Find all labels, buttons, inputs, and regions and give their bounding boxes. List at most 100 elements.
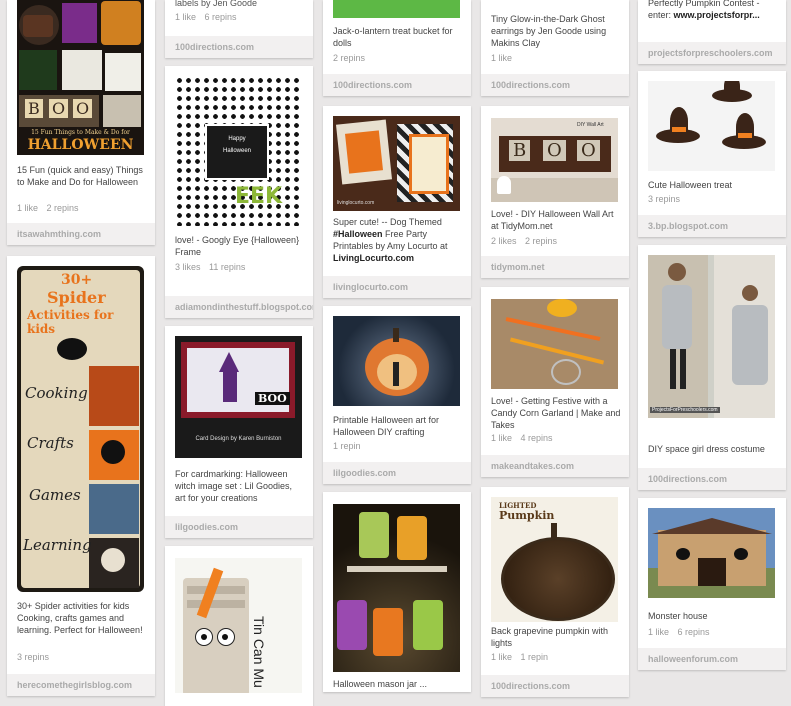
pin-image[interactable] [491, 299, 618, 389]
pin-description: Super cute! -- Dog Themed #Halloween Fre… [333, 216, 463, 264]
image-word: Cooking [25, 384, 88, 402]
like-count[interactable]: 3 likes [175, 262, 201, 272]
jar-icon [397, 516, 427, 560]
pin-image[interactable]: BOO Card Design by Karen Burniston [175, 336, 302, 458]
pin-source[interactable]: projectsforpreschoolers.com [638, 42, 786, 64]
pin-description: Perfectly Pumpkin Contest - enter: www.p… [648, 0, 778, 21]
pin-card[interactable]: Cute Halloween treat 3 repins 3.bp.blogs… [638, 71, 786, 237]
repin-count[interactable]: 2 repins [525, 236, 557, 246]
pin-description: labels by Jen Goode [175, 0, 258, 8]
like-count[interactable]: 2 likes [491, 236, 517, 246]
pin-card[interactable]: LIGHTED Pumpkin Back grapevine pumpkin w… [481, 487, 629, 697]
pin-image[interactable]: B O O 15 Fun Things to Make & Do for HAL… [17, 0, 144, 155]
pin-description: Back grapevine pumpkin with lights [491, 626, 609, 648]
like-count[interactable]: 1 like [175, 12, 196, 22]
pin-source[interactable]: herecomethegirlsblog.com [7, 674, 155, 696]
pin-image[interactable] [648, 81, 775, 171]
spider-icon [101, 548, 125, 572]
pin-card[interactable]: BOO Card Design by Karen Burniston For c… [165, 326, 313, 538]
boo-label: BOO [255, 392, 290, 405]
pin-image[interactable] [333, 504, 460, 672]
repin-count[interactable]: 4 repins [521, 433, 553, 443]
like-count[interactable]: 1 like [17, 203, 38, 213]
pin-image[interactable]: Happy Halloween EEK [175, 76, 302, 226]
pin-description: Halloween mason jar ... [333, 679, 428, 689]
pin-image[interactable]: LIGHTED Pumpkin [491, 497, 618, 622]
pin-image[interactable]: 30+ Spider Activities for kids Cooking C… [17, 266, 144, 592]
pin-image[interactable]: ProjectsForPreschoolers.com [648, 255, 775, 418]
pin-card[interactable]: DIY Wall Art B O O Love! - DIY Halloween… [481, 106, 629, 278]
pin-source[interactable]: tidymom.net [481, 256, 629, 278]
like-count[interactable]: 1 like [491, 433, 512, 443]
image-credit: ProjectsForPreschoolers.com [650, 407, 720, 413]
pin-image[interactable]: Tin Can Mu [175, 558, 302, 693]
repin-count[interactable]: 2 repins [47, 203, 79, 213]
image-credit: livinglocurto.com [337, 200, 375, 206]
repin-count[interactable]: 6 repins [678, 627, 710, 637]
repin-count[interactable]: 6 repins [205, 12, 237, 22]
pin-image[interactable]: DIY Wall Art B O O [491, 118, 618, 202]
boo-letter: O [543, 140, 566, 161]
hashtag-link[interactable]: #Halloween [333, 229, 383, 239]
pin-source[interactable]: livinglocurto.com [323, 276, 471, 298]
repin-count[interactable]: 1 repin [521, 652, 549, 662]
image-credit: Card Design by Karen Burniston [195, 436, 282, 442]
image-text: Tin Can Mu [251, 616, 267, 688]
repin-count[interactable]: 2 repins [333, 53, 365, 63]
pin-image[interactable] [648, 508, 775, 598]
like-count[interactable]: 1 like [491, 652, 512, 662]
pin-image[interactable] [333, 316, 460, 406]
pin-card[interactable]: Tiny Glow-in-the-Dark Ghost earrings by … [481, 0, 629, 96]
pin-card[interactable]: Perfectly Pumpkin Contest - enter: www.p… [638, 0, 786, 64]
pin-source[interactable]: halloweenforum.com [638, 648, 786, 670]
pin-card[interactable]: Happy Halloween EEK love! - Googly Eye {… [165, 66, 313, 318]
repin-count[interactable]: 1 repin [333, 441, 361, 451]
repin-count[interactable]: 3 repins [648, 194, 680, 204]
pin-source[interactable]: 100directions.com [481, 74, 629, 96]
pin-source[interactable]: 100directions.com [165, 36, 313, 58]
pin-source[interactable]: lilgoodies.com [323, 462, 471, 484]
pin-stats: 1 repin [333, 441, 367, 451]
image-word: Games [29, 486, 81, 504]
pin-card[interactable]: Printable Halloween art for Halloween DI… [323, 306, 471, 484]
desc-link[interactable]: LivingLocurto.com [333, 253, 414, 263]
image-subtitle: Activities for kids [27, 308, 114, 336]
pin-image[interactable] [333, 0, 460, 18]
pin-source[interactable]: 100directions.com [323, 74, 471, 96]
jar-icon [359, 512, 389, 558]
spider-icon [101, 440, 125, 464]
boo-letter: O [577, 140, 600, 161]
repin-count[interactable]: 3 repins [17, 652, 49, 662]
pin-source[interactable]: lilgoodies.com [165, 516, 313, 538]
pin-card[interactable]: labels by Jen Goode 1 like 6 repins 100d… [165, 0, 313, 58]
pin-card[interactable]: Love! - Getting Festive with a Candy Cor… [481, 287, 629, 477]
pumpkin-icon [501, 537, 615, 621]
pin-description: Jack-o-lantern treat bucket for dolls [333, 26, 453, 48]
frame-text: Halloween [222, 148, 252, 154]
desc-text: Super cute! -- Dog Themed [333, 217, 442, 227]
pin-card[interactable]: B O O 15 Fun Things to Make & Do for HAL… [7, 0, 155, 245]
pin-image[interactable]: livinglocurto.com [333, 116, 460, 211]
pin-source[interactable]: makeandtakes.com [481, 455, 629, 477]
pin-card[interactable]: 30+ Spider Activities for kids Cooking C… [7, 256, 155, 696]
pin-card[interactable]: Tin Can Mu [165, 546, 313, 706]
pin-source[interactable]: itsawahmthing.com [7, 223, 155, 245]
pin-card[interactable]: Halloween mason jar ... [323, 492, 471, 692]
like-count[interactable]: 1 like [491, 53, 512, 63]
pin-stats: 3 repins [17, 652, 55, 662]
pin-stats: 2 repins [333, 53, 371, 63]
pin-card[interactable]: livinglocurto.com Super cute! -- Dog The… [323, 106, 471, 298]
image-caption: 15 Fun Things to Make & Do for [31, 129, 130, 136]
image-brand: DIY Wall Art [577, 122, 604, 128]
pin-source[interactable]: adiamondinthestuff.blogspot.com [165, 296, 313, 318]
pin-card[interactable]: Jack-o-lantern treat bucket for dolls 2 … [323, 0, 471, 96]
pin-source[interactable]: 100directions.com [481, 675, 629, 697]
desc-link[interactable]: www.projectsforpr... [674, 10, 760, 20]
pin-source[interactable]: 100directions.com [638, 468, 786, 490]
like-count[interactable]: 1 like [648, 627, 669, 637]
pin-card[interactable]: ProjectsForPreschoolers.com DIY space gi… [638, 245, 786, 490]
pin-card[interactable]: Monster house 1 like 6 repins halloweenf… [638, 498, 786, 670]
pin-description: love! - Googly Eye {Halloween} Frame [175, 235, 300, 257]
pin-source[interactable]: 3.bp.blogspot.com [638, 215, 786, 237]
repin-count[interactable]: 11 repins [209, 262, 245, 272]
